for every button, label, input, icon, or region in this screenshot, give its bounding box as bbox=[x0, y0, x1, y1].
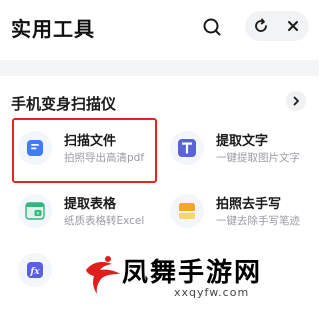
phoenix-logo-icon bbox=[86, 256, 120, 294]
section-divider bbox=[0, 60, 319, 76]
tool-extract-text[interactable]: 提取文字 一键提取图片文字 bbox=[164, 121, 314, 177]
tool-desc: 纸质表格转Excel bbox=[64, 215, 145, 227]
formula-icon: fx bbox=[27, 262, 43, 278]
highlight-box bbox=[12, 118, 157, 183]
tool-name: 提取表格 bbox=[64, 197, 117, 212]
watermark-url: xxqyfw.com bbox=[174, 286, 250, 299]
tool-desc: 一键提取图片文字 bbox=[216, 152, 300, 164]
tool-icon-wrap bbox=[170, 194, 204, 228]
text-extract-icon bbox=[178, 139, 196, 157]
close-button[interactable] bbox=[277, 11, 309, 41]
refresh-button[interactable] bbox=[245, 11, 277, 41]
tool-name: 提取文字 bbox=[216, 134, 269, 149]
app-header: 实用工具 bbox=[0, 0, 319, 56]
chevron-right-icon bbox=[293, 96, 299, 106]
section-title: 手机变身扫描仪 bbox=[11, 95, 117, 113]
watermark-text: 凤舞手游网 bbox=[122, 258, 263, 288]
watermark: 凤舞手游网 xxqyfw.com bbox=[82, 250, 319, 310]
search-icon bbox=[203, 18, 221, 36]
tool-icon-wrap bbox=[170, 131, 204, 165]
svg-text:✕: ✕ bbox=[36, 211, 40, 217]
remove-handwriting-icon bbox=[179, 203, 195, 219]
tool-remove-handwriting[interactable]: 拍照去手写 一键去除手写笔迹 bbox=[164, 184, 314, 240]
capsule-menu bbox=[245, 11, 309, 41]
close-icon bbox=[288, 21, 298, 31]
search-button[interactable] bbox=[197, 12, 227, 42]
refresh-icon bbox=[255, 18, 267, 32]
page-title: 实用工具 bbox=[11, 17, 95, 41]
section-more-button[interactable] bbox=[286, 91, 306, 111]
tool-extract-table[interactable]: ✕ 提取表格 纸质表格转Excel bbox=[12, 184, 162, 240]
table-extract-icon: ✕ bbox=[25, 202, 45, 220]
tool-icon-wrap: ✕ bbox=[18, 194, 52, 228]
tool-desc: 一键去除手写笔迹 bbox=[216, 215, 300, 227]
tool-name: 拍照去手写 bbox=[216, 197, 282, 212]
svg-text:fx: fx bbox=[29, 267, 40, 277]
tool-icon-wrap: fx bbox=[18, 253, 52, 287]
